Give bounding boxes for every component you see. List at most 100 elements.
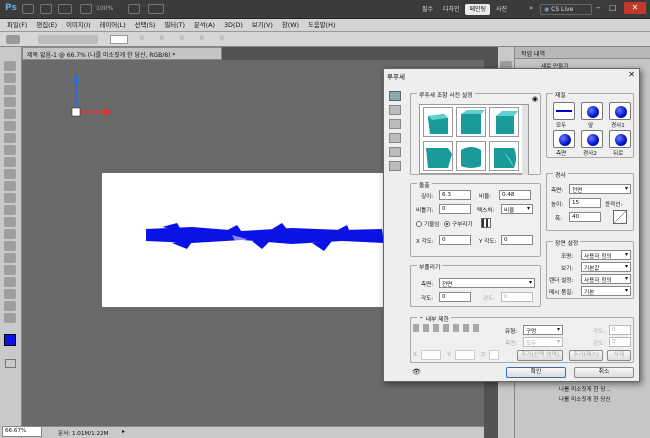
y-angle-field[interactable]: 0	[501, 235, 533, 245]
zoom-tool-icon[interactable]	[80, 4, 92, 14]
dodge-tool-icon[interactable]	[4, 217, 16, 227]
shape-tool-icon[interactable]	[4, 265, 16, 275]
object-roll-icon[interactable]	[389, 105, 401, 115]
zoom-level[interactable]: 100%	[96, 5, 113, 12]
brush-tool-icon[interactable]	[4, 145, 16, 155]
menu-image[interactable]: 이미지(I)	[66, 19, 91, 32]
preset-thumb-2[interactable]	[456, 107, 486, 137]
constraint-tools-icon[interactable]	[413, 324, 481, 332]
status-zoom-field[interactable]: 66.67%	[2, 426, 42, 437]
type-tool-icon[interactable]	[4, 241, 16, 251]
bend-field[interactable]: 0	[439, 204, 471, 214]
option-value-3[interactable]: 0	[180, 35, 184, 42]
scale-field[interactable]: 0.48	[499, 190, 531, 200]
close-window-icon[interactable]: ✕	[624, 2, 646, 14]
material-all-swatch[interactable]	[553, 102, 575, 120]
3d-rotate-tool-icon[interactable]	[4, 277, 16, 287]
blur-tool-icon[interactable]	[4, 205, 16, 215]
workspace-essentials[interactable]: 필수	[418, 4, 437, 15]
inflate-side-dropdown[interactable]: 전면	[439, 278, 535, 288]
contour-picker-icon[interactable]	[613, 210, 627, 224]
bend-check-radio[interactable]	[416, 221, 422, 227]
cs-live-button[interactable]: ◉ CS Live	[540, 4, 592, 15]
bevel-width-field[interactable]: 40	[569, 212, 601, 222]
internal-z-field[interactable]	[489, 350, 499, 360]
history-brush-tool-icon[interactable]	[4, 169, 16, 179]
material-bevel2-swatch[interactable]	[581, 130, 603, 148]
preset-scrollbar[interactable]	[522, 105, 528, 175]
bevel-side-dropdown[interactable]: 전면	[569, 184, 631, 194]
menu-layer[interactable]: 레이어(L)	[100, 19, 126, 32]
path-select-tool-icon[interactable]	[4, 253, 16, 263]
add-selection-button[interactable]: 추가(선택 영역)	[517, 350, 563, 361]
internal-y-field[interactable]	[455, 350, 475, 360]
healing-brush-tool-icon[interactable]	[4, 133, 16, 143]
option-value-2[interactable]: 0	[160, 35, 164, 42]
arrange-documents-icon[interactable]	[128, 4, 140, 14]
option-value-5[interactable]: 0	[220, 35, 224, 42]
lasso-tool-icon[interactable]	[4, 85, 16, 95]
document-canvas[interactable]	[102, 173, 394, 307]
preview-toggle-icon[interactable]: 👁	[412, 368, 421, 376]
menu-edit[interactable]: 편집(E)	[36, 19, 57, 32]
menu-select[interactable]: 선택(S)	[135, 19, 156, 32]
light-dropdown[interactable]: 사용자 정의	[581, 250, 631, 260]
3d-axis-widget[interactable]	[66, 74, 136, 118]
internal-x-field[interactable]	[421, 350, 441, 360]
pen-tool-icon[interactable]	[4, 229, 16, 239]
preset-thumb-5[interactable]	[456, 141, 486, 171]
gradient-tool-icon[interactable]	[4, 193, 16, 203]
ok-button[interactable]: 확인	[506, 367, 566, 378]
preset-menu-icon[interactable]: ◉	[532, 95, 538, 103]
orientation-field-icon[interactable]	[110, 35, 128, 44]
material-back-swatch[interactable]	[609, 130, 631, 148]
reference-point-icon[interactable]	[481, 218, 491, 228]
internal-strength-field[interactable]: 0	[609, 337, 631, 347]
menu-analysis[interactable]: 분석(A)	[194, 19, 215, 32]
menu-window[interactable]: 창(W)	[282, 19, 299, 32]
material-front-swatch[interactable]	[581, 102, 603, 120]
preset-thumb-6[interactable]	[489, 141, 519, 171]
inflate-angle-field[interactable]: 0	[439, 292, 471, 302]
mini-bridge-icon[interactable]	[40, 4, 52, 14]
quick-mask-icon[interactable]	[5, 359, 16, 368]
bevel-height-field[interactable]: 15	[569, 198, 601, 208]
texture-dropdown[interactable]: 비율	[501, 204, 533, 214]
option-value-4[interactable]: 0	[200, 35, 204, 42]
add-path-button[interactable]: 추가(패스)	[569, 350, 603, 361]
menu-view[interactable]: 보기(V)	[252, 19, 273, 32]
menu-file[interactable]: 파일(F)	[7, 19, 27, 32]
crop-tool-icon[interactable]	[4, 109, 16, 119]
layer-item-2[interactable]: 나를 미소짓게 한 당신	[559, 395, 611, 403]
eraser-tool-icon[interactable]	[4, 181, 16, 191]
material-bevel1-swatch[interactable]	[609, 102, 631, 120]
bridge-icon[interactable]	[22, 4, 34, 14]
x-angle-field[interactable]: 0	[439, 235, 471, 245]
preset-thumb-4[interactable]	[423, 141, 453, 171]
screen-mode-icon[interactable]	[148, 4, 164, 14]
foreground-color-swatch[interactable]	[4, 334, 16, 346]
preset-thumb-1[interactable]	[423, 107, 453, 137]
history-panel-tab[interactable]: 작업 내역	[515, 47, 650, 59]
3d-tool-preset-icon[interactable]	[6, 35, 20, 44]
object-scale-icon[interactable]	[389, 147, 401, 157]
hand-tool-icon[interactable]	[4, 301, 16, 311]
zoom-tool-icon-left[interactable]	[4, 313, 16, 323]
clone-stamp-tool-icon[interactable]	[4, 157, 16, 167]
expand-workspaces-icon[interactable]: »	[529, 4, 533, 12]
internal-angle-field[interactable]: 0	[609, 325, 631, 335]
object-pan-icon[interactable]	[389, 119, 401, 129]
delete-constraint-button[interactable]: 삭제	[607, 350, 631, 361]
object-slide-icon[interactable]	[389, 133, 401, 143]
move-tool-icon[interactable]	[4, 61, 16, 71]
workspace-photography[interactable]: 사진	[492, 4, 511, 15]
view-dropdown[interactable]: 기본값	[581, 262, 631, 272]
inflate-strength-field[interactable]: 0	[501, 292, 533, 302]
object-camera-icon[interactable]	[389, 161, 401, 171]
workspace-painting[interactable]: 페인팅	[465, 4, 491, 15]
document-tab[interactable]: 제목 없음-1 @ 66.7% (나를 미소짓게 한 당신, RGB/8) *	[22, 47, 222, 60]
minimize-icon[interactable]: –	[596, 3, 601, 13]
eyedropper-tool-icon[interactable]	[4, 121, 16, 131]
view-extras-icon[interactable]	[58, 4, 72, 14]
3d-text-object[interactable]	[102, 173, 394, 307]
